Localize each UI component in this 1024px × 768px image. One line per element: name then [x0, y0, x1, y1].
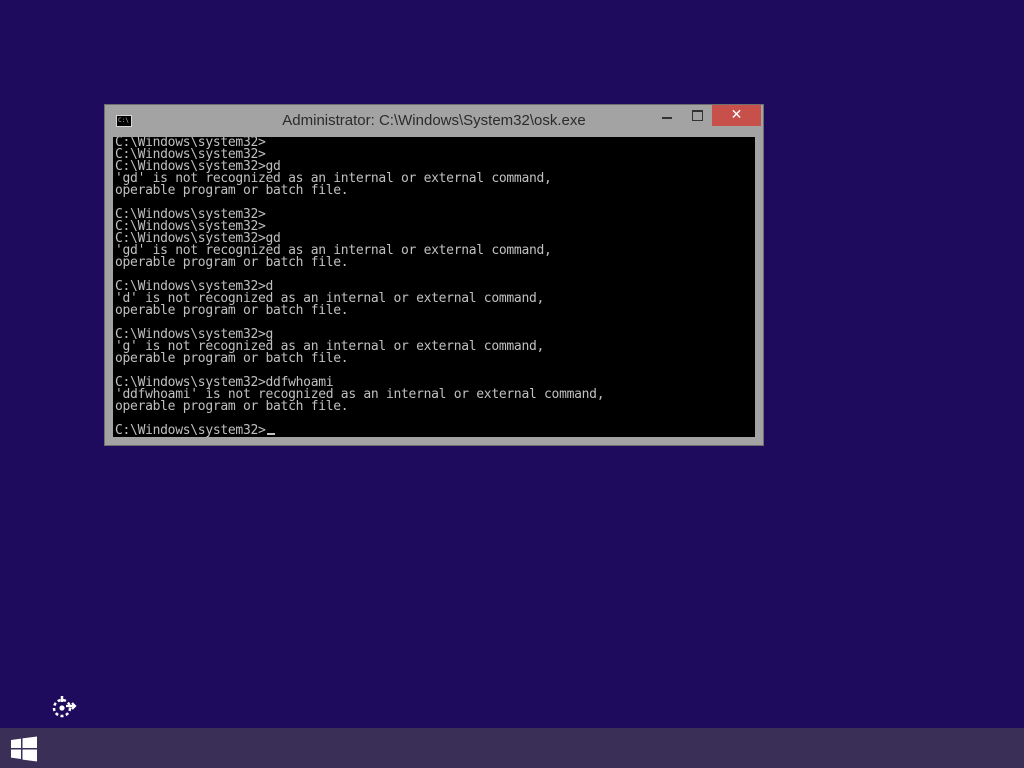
console-window[interactable]: C:\ Administrator: C:\Windows\System32\o…: [104, 104, 764, 446]
minimize-button[interactable]: [653, 105, 681, 126]
taskbar: [0, 728, 1024, 768]
console-output[interactable]: C:\Windows\system32> C:\Windows\system32>…: [113, 137, 755, 437]
console-line: operable program or batch file.: [115, 303, 349, 318]
start-button[interactable]: [0, 728, 48, 768]
console-line: operable program or batch file.: [115, 183, 349, 198]
ease-of-access-icon[interactable]: [50, 692, 78, 720]
maximize-button[interactable]: [683, 105, 711, 126]
console-line: operable program or batch file.: [115, 255, 349, 270]
console-line: operable program or batch file.: [115, 399, 349, 414]
close-icon: ✕: [730, 107, 743, 123]
console-line: operable program or batch file.: [115, 351, 349, 366]
console-text: C:\Windows\system32> C:\Windows\system32>…: [115, 137, 605, 437]
prompt-text: C:\Windows\system32>: [115, 423, 266, 437]
title-bar[interactable]: C:\ Administrator: C:\Windows\System32\o…: [105, 105, 763, 137]
windows-logo-icon: [11, 736, 37, 762]
maximize-icon: [692, 110, 703, 121]
close-button[interactable]: ✕: [712, 105, 761, 126]
console-prompt[interactable]: C:\Windows\system32>: [115, 423, 604, 437]
text-cursor: [266, 433, 275, 435]
minimize-icon: [662, 117, 672, 119]
